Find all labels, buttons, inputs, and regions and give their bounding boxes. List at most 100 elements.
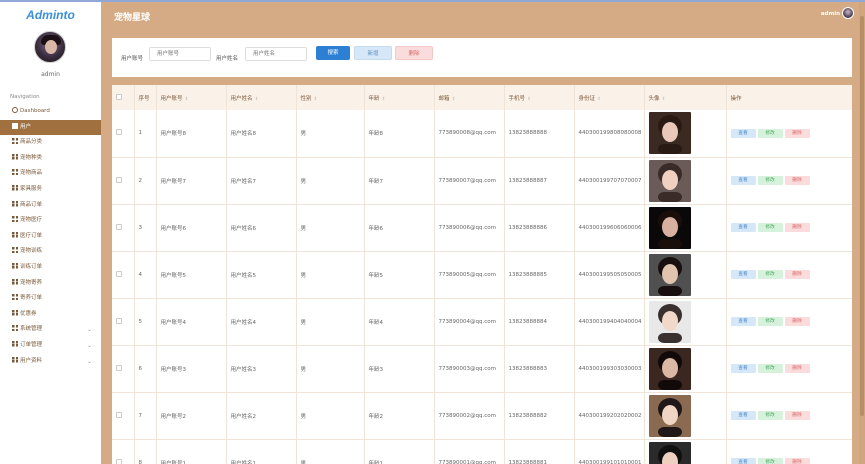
user-photo[interactable] (648, 347, 691, 390)
sidebar-item[interactable]: 优惠券 (0, 307, 101, 323)
header-username[interactable]: admin (821, 11, 840, 17)
sort-icon[interactable]: ⇕ (452, 97, 456, 102)
sort-icon[interactable]: ⇕ (255, 97, 259, 102)
sidebar-item[interactable]: 宠物种类 (0, 151, 101, 167)
row-delete-button[interactable]: 删除 (784, 317, 810, 326)
scrollbar-thumb[interactable] (860, 16, 864, 416)
col-header-account[interactable]: 用户账号 ⇕ (156, 85, 227, 110)
row-delete-button[interactable]: 删除 (784, 411, 810, 420)
edit-button[interactable]: 修改 (757, 411, 783, 420)
view-button[interactable]: 查看 (730, 411, 756, 420)
row-checkbox[interactable] (116, 411, 122, 418)
col-header-phone[interactable]: 手机号 ⇕ (504, 85, 575, 110)
row-delete-button[interactable]: 删除 (784, 176, 810, 185)
table-row[interactable]: 3 用户账号6 用户姓名6 男 年龄6 773890006@qq.com 138238888… (112, 204, 852, 252)
sidebar-item[interactable]: Dashboard (0, 104, 101, 120)
view-button[interactable]: 查看 (730, 364, 756, 373)
account-search-input[interactable] (149, 47, 211, 61)
name-search-input[interactable] (245, 47, 307, 61)
sidebar-item[interactable]: 用户 (0, 119, 101, 136)
sort-icon[interactable]: ⇕ (527, 97, 531, 102)
table-row[interactable]: 7 用户账号2 用户姓名2 男 年龄2 773890002@qq.com 138238888… (112, 392, 852, 440)
view-button[interactable]: 查看 (730, 128, 756, 138)
user-photo[interactable] (648, 206, 691, 249)
table-row[interactable]: 5 用户账号4 用户姓名4 男 年龄4 773890004@qq.com 138238888… (112, 298, 852, 346)
select-all-checkbox[interactable] (116, 93, 122, 100)
sidebar-item[interactable]: 寄养订单 (0, 291, 101, 307)
sort-icon[interactable]: ⇕ (597, 97, 601, 102)
sidebar-item[interactable]: 家具服务 (0, 182, 101, 198)
sidebar-item[interactable]: 训练订单 (0, 260, 101, 276)
table-row[interactable]: 2 用户账号7 用户姓名7 男 年龄7 773890007@qq.com 138238888… (112, 157, 852, 205)
row-checkbox[interactable] (116, 223, 122, 230)
sidebar-item[interactable]: 订单管理 ⌄ (0, 338, 101, 354)
col-header-age[interactable]: 年龄 ⇕ (364, 85, 435, 110)
edit-button[interactable]: 修改 (757, 458, 783, 464)
cell-age: 年龄6 (364, 204, 435, 252)
sidebar-item[interactable]: 宠物医疗 (0, 213, 101, 229)
sidebar-item[interactable]: 商品分类 (0, 135, 101, 151)
sidebar-item[interactable]: 系统管理 ⌄ (0, 322, 101, 338)
sidebar-item[interactable]: 宠物训练 (0, 244, 101, 260)
edit-button[interactable]: 修改 (757, 128, 783, 138)
chevron-down-icon[interactable]: ⌄ (87, 338, 92, 354)
row-delete-button[interactable]: 删除 (784, 223, 810, 232)
sidebar-item[interactable]: 宠物寄养 (0, 276, 101, 292)
sidebar-item[interactable]: 用户资料 ⌄ (0, 354, 101, 370)
col-header-name[interactable]: 用户姓名 ⇕ (226, 85, 297, 110)
row-checkbox[interactable] (116, 364, 122, 371)
sidebar-item-label: 寄养订单 (20, 295, 43, 302)
brand-logo[interactable]: Adminto (0, 8, 101, 22)
page-scrollbar[interactable] (859, 2, 865, 464)
user-photo[interactable] (648, 159, 691, 202)
view-button[interactable]: 查看 (730, 458, 756, 464)
col-header-idcard[interactable]: 身份证 ⇕ (574, 85, 645, 110)
col-header-email[interactable]: 邮箱 ⇕ (434, 85, 505, 110)
sort-icon[interactable]: ⇕ (382, 97, 386, 102)
edit-button[interactable]: 修改 (757, 317, 783, 326)
user-photo[interactable] (648, 394, 691, 437)
edit-button[interactable]: 修改 (757, 364, 783, 373)
sidebar-item[interactable]: 宠物商品 (0, 166, 101, 182)
row-checkbox[interactable] (116, 317, 122, 324)
sidebar-item[interactable]: 商品订单 (0, 198, 101, 214)
sort-icon[interactable]: ⇕ (185, 97, 189, 102)
row-checkbox[interactable] (116, 176, 122, 183)
sidebar-item[interactable]: 医疗订单 (0, 229, 101, 245)
row-delete-button[interactable]: 删除 (784, 270, 810, 279)
view-button[interactable]: 查看 (730, 270, 756, 279)
cell-avatar (644, 439, 727, 464)
table-row[interactable]: 8 用户账号1 用户姓名1 男 年龄1 773890001@qq.com 138238888… (112, 439, 852, 464)
search-button[interactable]: 搜索 (316, 46, 350, 60)
user-avatar[interactable] (34, 31, 66, 63)
user-photo[interactable] (648, 441, 691, 464)
edit-button[interactable]: 修改 (757, 270, 783, 279)
sort-icon[interactable]: ⇕ (662, 97, 666, 102)
view-button[interactable]: 查看 (730, 223, 756, 232)
table-row[interactable]: 6 用户账号3 用户姓名3 男 年龄3 773890003@qq.com 138238888… (112, 345, 852, 393)
row-delete-button[interactable]: 删除 (784, 364, 810, 373)
row-checkbox[interactable] (116, 270, 122, 277)
table-row[interactable]: 4 用户账号5 用户姓名5 男 年龄5 773890005@qq.com 138238888… (112, 251, 852, 299)
user-photo[interactable] (648, 112, 691, 155)
view-button[interactable]: 查看 (730, 317, 756, 326)
row-checkbox[interactable] (116, 129, 122, 136)
sidebar-item-label: 训练订单 (20, 263, 43, 270)
add-button[interactable]: 新增 (354, 46, 392, 60)
edit-button[interactable]: 修改 (757, 223, 783, 232)
chevron-down-icon[interactable]: ⌄ (87, 354, 92, 370)
chevron-down-icon[interactable]: ⌄ (87, 322, 92, 338)
user-photo[interactable] (648, 253, 691, 296)
edit-button[interactable]: 修改 (757, 176, 783, 185)
row-delete-button[interactable]: 删除 (784, 458, 810, 464)
bulk-delete-button[interactable]: 删除 (395, 46, 433, 60)
row-delete-button[interactable]: 删除 (784, 128, 810, 138)
view-button[interactable]: 查看 (730, 176, 756, 185)
table-row[interactable]: 1 用户账号8 用户姓名8 男 年龄8 773890008@qq.com 138238888… (112, 110, 852, 158)
col-header-avatar[interactable]: 头像 ⇕ (644, 85, 727, 110)
row-checkbox[interactable] (116, 458, 122, 464)
sort-icon[interactable]: ⇕ (314, 97, 318, 102)
user-photo[interactable] (648, 300, 691, 343)
header-avatar[interactable] (842, 7, 854, 19)
col-header-gender[interactable]: 性别 ⇕ (296, 85, 365, 110)
